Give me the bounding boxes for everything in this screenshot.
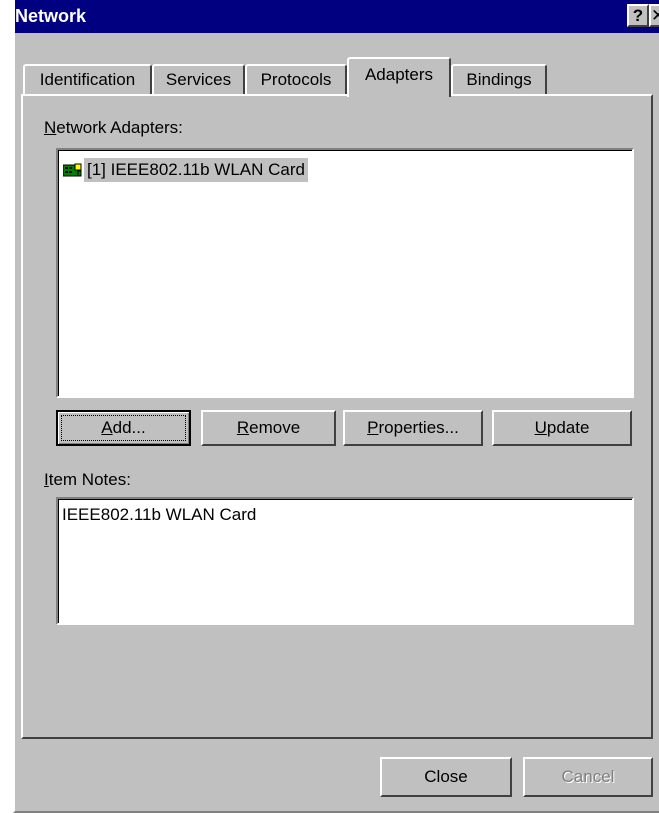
tab-identification[interactable]: Identification (23, 64, 152, 95)
close-window-button[interactable]: ✕ (649, 4, 659, 27)
add-button[interactable]: Add... (56, 410, 191, 446)
update-button[interactable]: Update (492, 410, 632, 446)
tab-protocols[interactable]: Protocols (245, 64, 347, 95)
window-title: Network (15, 6, 87, 26)
tab-label: Identification (39, 70, 136, 89)
list-item-label: [1] IEEE802.11b WLAN Card (84, 158, 308, 182)
network-adapters-label: Network Adapters: (44, 118, 183, 137)
remove-button[interactable]: Remove (201, 410, 336, 446)
help-button[interactable]: ? (627, 4, 649, 27)
tab-adapters[interactable]: Adapters (347, 57, 451, 97)
help-icon: ? (632, 6, 644, 25)
tab-label: Protocols (260, 70, 332, 89)
item-notes-box: IEEE802.11b WLAN Card (56, 497, 634, 625)
item-notes-label: Item Notes: (44, 470, 131, 489)
item-notes-text: IEEE802.11b WLAN Card (62, 505, 257, 524)
network-card-icon (62, 162, 83, 179)
title-bar[interactable]: Network ? ✕ (15, 0, 659, 33)
tab-label: Bindings (466, 70, 532, 89)
tab-services[interactable]: Services (152, 64, 245, 95)
network-adapters-list[interactable]: [1] IEEE802.11b WLAN Card (56, 148, 634, 398)
tab-label: Adapters (364, 65, 434, 84)
close-button[interactable]: Close (380, 757, 512, 797)
network-dialog: Network ? ✕ Identification Services Prot… (13, 0, 659, 813)
list-item[interactable]: [1] IEEE802.11b WLAN Card (62, 158, 308, 182)
cancel-button[interactable]: Cancel (523, 757, 653, 797)
adapters-tab-panel: Network Adapters: [1] IEEE802.11b WLAN C… (21, 94, 653, 739)
tab-label: Services (165, 70, 232, 89)
close-icon: ✕ (651, 6, 659, 25)
tab-bindings[interactable]: Bindings (451, 64, 547, 95)
focus-rect (61, 415, 186, 441)
properties-button[interactable]: Properties... (343, 410, 483, 446)
